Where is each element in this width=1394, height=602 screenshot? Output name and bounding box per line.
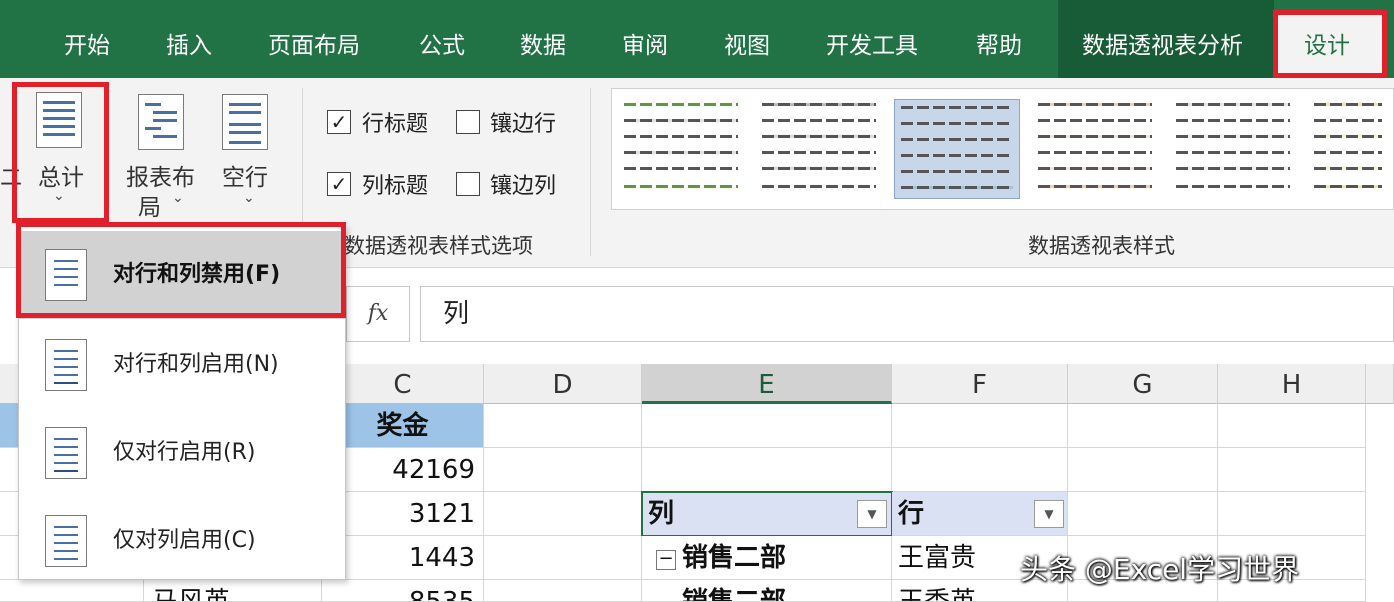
pivot-row-item[interactable]: 销售二部 [642,580,892,602]
bonus-cell[interactable]: 1443 [322,536,484,580]
bonus-cell[interactable]: 8535 [322,580,484,602]
chevron-down-icon: ⌄ [172,190,184,206]
menu-item-off-for-rows-and-columns[interactable]: 对行和列禁用(F) [19,231,345,319]
row-headers-checkbox[interactable]: ✓ [327,110,351,134]
report-layout-label: 报表布 [126,165,195,191]
bonus-cell[interactable]: 3121 [322,492,484,536]
menu-item-label: 仅对列启用(C) [113,528,256,553]
tab-design[interactable]: 设计 [1304,0,1350,78]
clipped-left-label: 二 [0,166,23,191]
blank-rows-label: 空行 [222,165,268,191]
tab-formulas[interactable]: 公式 [419,0,465,78]
bonus-cell[interactable]: 42169 [322,448,484,492]
style-options-group-label: 数据透视表样式选项 [344,234,533,258]
grand-totals-label: 总计 [38,165,84,191]
tab-developer[interactable]: 开发工具 [826,0,918,78]
cell[interactable] [1068,404,1218,448]
menu-item-label: 仅对行启用(R) [113,440,256,465]
pivot-row-item-label: 销售二部 [682,543,787,573]
report-layout-icon [138,94,184,150]
cell[interactable] [1218,448,1366,492]
column-header-g[interactable]: G [1068,364,1218,404]
column-header-c[interactable]: C [322,364,484,404]
filter-dropdown-icon[interactable]: ▼ [1034,500,1064,528]
banded-rows-label: 镶边行 [490,112,557,137]
pivot-style-thumbnail[interactable] [618,99,744,199]
pivot-style-thumbnail[interactable] [1170,99,1296,199]
cell[interactable] [484,404,642,448]
insert-function-button[interactable]: fx [346,286,410,342]
layout-off-icon [45,249,87,301]
column-header-next[interactable] [1366,364,1394,404]
cell[interactable] [484,492,642,536]
column-header-h[interactable]: H [1218,364,1366,404]
cell[interactable] [484,448,642,492]
menu-item-on-for-rows-and-columns[interactable]: 对行和列启用(N) [19,321,345,409]
pivot-style-thumbnail[interactable] [1032,99,1158,199]
column-headers-label: 列标题 [362,174,429,199]
grand-totals-menu: 对行和列禁用(F) 对行和列启用(N) 仅对行启用(R) 仅对列启用(C) [18,224,346,580]
grand-totals-icon [36,92,82,148]
name-cell-label: 马风英 [152,587,231,602]
tab-home[interactable]: 开始 [64,0,110,78]
pivot-row-item-label: 销售二部 [682,587,787,602]
active-cell-border [641,491,893,537]
column-headers-checkbox[interactable]: ✓ [327,172,351,196]
row-headers-label: 行标题 [362,112,429,137]
menu-item-label: 对行和列禁用(F) [113,262,281,287]
menu-item-label: 对行和列启用(N) [113,352,279,377]
cell[interactable] [1068,492,1218,536]
pivot-style-thumbnail[interactable] [756,99,882,199]
report-layout-label-2: 局 [138,195,161,221]
tab-page-layout[interactable]: 页面布局 [268,0,360,78]
ribbon-separator [590,88,591,256]
chevron-down-icon: ⌄ [53,188,65,204]
pivot-row-field-label: 行 [898,499,925,529]
layout-rows-icon [45,427,87,479]
column-header-f[interactable]: F [892,364,1068,404]
column-header-e[interactable]: E [642,364,892,404]
banded-rows-checkbox[interactable] [456,110,480,134]
blank-rows-icon [222,94,268,150]
cell[interactable] [642,404,892,448]
watermark: 头条 @Excel学习世界 [1020,553,1300,586]
formula-input[interactable]: 列 [420,286,1394,342]
pivot-row-item[interactable]: − 销售二部 [642,536,892,580]
cell[interactable] [484,580,642,602]
pivot-style-thumbnail[interactable] [1308,99,1388,199]
cell[interactable] [1218,492,1366,536]
pivot-style-thumbnail-selected[interactable] [894,99,1020,199]
collapse-icon[interactable]: − [656,550,676,570]
cell[interactable] [1068,448,1218,492]
ribbon-tab-bar: 开始 插入 页面布局 公式 数据 审阅 视图 开发工具 帮助 数据透视表分析 设… [0,0,1394,78]
tab-help[interactable]: 帮助 [976,0,1022,78]
tab-data[interactable]: 数据 [520,0,566,78]
tab-view[interactable]: 视图 [724,0,770,78]
bonus-header-cell[interactable]: 奖金 [322,404,484,448]
chevron-down-icon: ⌄ [243,190,255,206]
column-header-d[interactable]: D [484,364,642,404]
menu-item-on-for-rows-only[interactable]: 仅对行启用(R) [19,409,345,497]
cell[interactable] [1218,404,1366,448]
pivot-styles-group-label: 数据透视表样式 [1028,234,1175,258]
pivot-styles-gallery [611,88,1394,210]
banded-columns-label: 镶边列 [490,174,557,199]
cell[interactable] [484,536,642,580]
tab-insert[interactable]: 插入 [166,0,212,78]
cell[interactable] [892,448,1068,492]
layout-columns-icon [45,515,87,567]
menu-item-on-for-columns-only[interactable]: 仅对列启用(C) [19,497,345,585]
tab-pivot-analyze[interactable]: 数据透视表分析 [1082,0,1243,78]
cell[interactable] [892,404,1068,448]
cell[interactable] [642,448,892,492]
tab-review[interactable]: 审阅 [622,0,668,78]
layout-on-icon [45,339,87,391]
banded-columns-checkbox[interactable] [456,172,480,196]
